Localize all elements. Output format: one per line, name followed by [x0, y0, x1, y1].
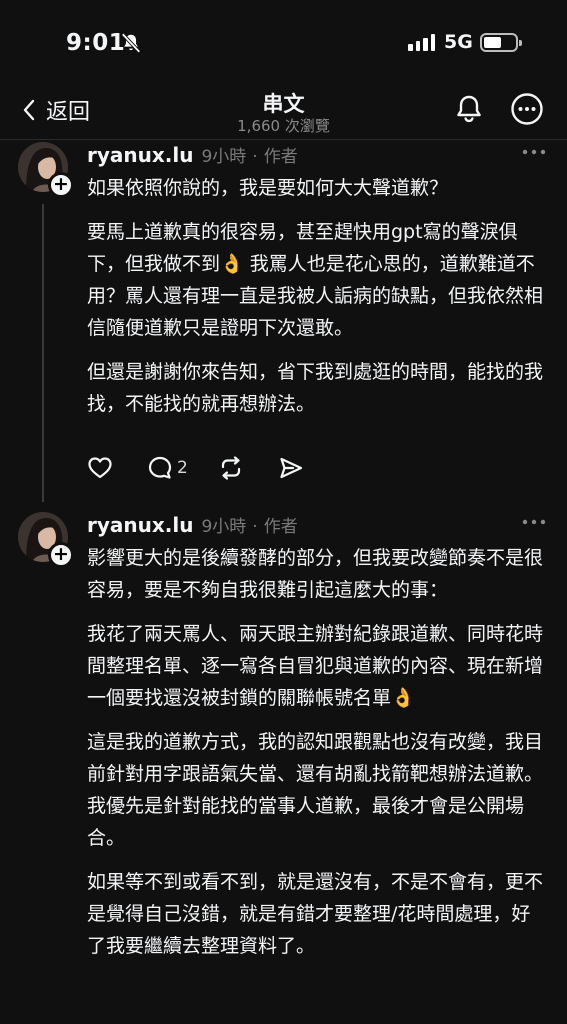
repost-button[interactable]	[218, 455, 244, 481]
notification-bell-icon[interactable]	[452, 92, 486, 126]
post-time: 9小時	[201, 517, 247, 537]
post-paragraph: 這是我的道歉方式，我的認知跟觀點也沒有改變，我目前針對用字跟語氣失當、還有胡亂找…	[87, 731, 544, 849]
comment-icon	[148, 456, 172, 479]
avatar-container[interactable]: +	[18, 512, 74, 568]
post-paragraph: 我花了兩天罵人、兩天跟主辦對紀錄跟道歉、同時花時間整理名單、逐一寫各自冒犯與道歉…	[87, 623, 544, 709]
heart-icon	[88, 457, 112, 479]
thread-connector-line	[42, 204, 44, 502]
post-paragraph: 如果依照你說的，我是要如何大大聲道歉？	[87, 177, 449, 199]
nav-bar: 返回 串文 1,660 次瀏覽	[0, 86, 567, 140]
cellular-signal-icon	[408, 34, 435, 51]
follow-add-button[interactable]: +	[48, 172, 74, 198]
post-header: ryanux.lu 9小時 · 作者	[87, 512, 298, 537]
post-actions: 2	[87, 455, 304, 481]
post-header: ryanux.lu 9小時 · 作者	[87, 142, 298, 167]
username[interactable]: ryanux.lu	[87, 513, 193, 537]
author-badge: 作者	[263, 517, 298, 537]
reply-button[interactable]: 2	[147, 455, 188, 481]
send-icon	[280, 457, 302, 479]
username[interactable]: ryanux.lu	[87, 143, 193, 167]
meta-separator: ·	[252, 517, 258, 537]
nav-divider	[0, 139, 567, 140]
author-badge: 作者	[263, 147, 298, 167]
post-body: 影響更大的是後續發酵的部分，但我要改變節奏不是很容易，要是不夠自我很難引起這麼大…	[87, 542, 547, 974]
post-time: 9小時	[201, 147, 247, 167]
battery-icon	[480, 33, 522, 52]
avatar-container[interactable]: +	[18, 142, 74, 198]
post-paragraph: 要馬上道歉真的很容易，甚至趕快用gpt寫的聲淚俱下，但我做不到👌 我罵人也是花心…	[87, 221, 544, 339]
more-options-icon[interactable]	[510, 92, 544, 126]
bell-off-icon	[121, 33, 141, 53]
post-paragraph: 但還是謝謝你來告知，省下我到處逛的時間，能找的我找，不能找的就再想辦法。	[87, 361, 544, 415]
post-more-icon[interactable]	[522, 148, 546, 156]
like-button[interactable]	[87, 455, 113, 481]
share-button[interactable]	[278, 455, 304, 481]
reply-count: 2	[177, 458, 188, 478]
post-body: 如果依照你說的，我是要如何大大聲道歉？ 要馬上道歉真的很容易，甚至趕快用gpt寫…	[87, 172, 547, 432]
meta-separator: ·	[252, 147, 258, 167]
post-more-icon[interactable]	[522, 518, 546, 526]
post-paragraph: 影響更大的是後續發酵的部分，但我要改變節奏不是很容易，要是不夠自我很難引起這麼大…	[87, 547, 544, 601]
repost-icon	[221, 456, 240, 480]
network-type: 5G	[444, 31, 473, 53]
status-time: 9:01	[66, 30, 126, 56]
follow-add-button[interactable]: +	[48, 542, 74, 568]
status-bar: 9:01 5G	[0, 0, 567, 86]
post-paragraph: 如果等不到或看不到，就是還沒有，不是不會有，更不是覺得自己沒錯，就是有錯才要整理…	[87, 871, 544, 957]
